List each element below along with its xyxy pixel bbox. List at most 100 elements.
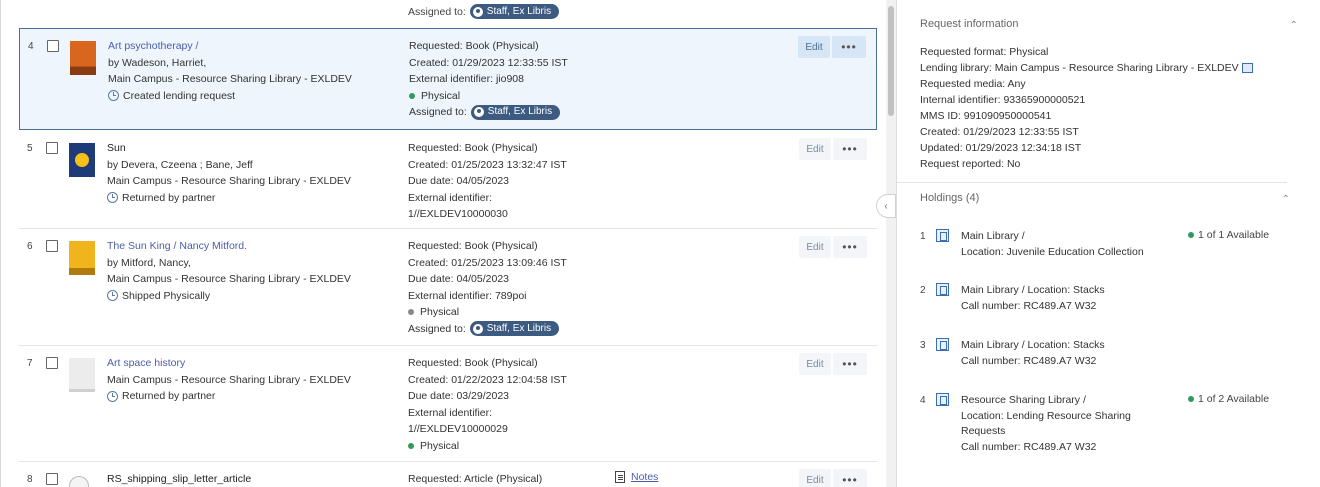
- edit-button[interactable]: Edit: [799, 353, 831, 375]
- holding-number: 4: [920, 395, 926, 406]
- more-actions-button[interactable]: •••: [833, 469, 867, 487]
- request-info-header[interactable]: Request information ⌃: [920, 18, 1320, 38]
- external-identifier-value: 1//EXLDEV10000030: [408, 208, 508, 220]
- book-cover-image: [69, 143, 95, 177]
- status-dot-icon: [408, 309, 414, 316]
- item-status: Created lending request: [108, 88, 398, 105]
- item-title[interactable]: RS_shipping_slip_letter_article: [107, 471, 397, 487]
- available-dot-icon: [1188, 396, 1194, 402]
- internal-identifier: Internal identifier: 93365900000521: [920, 94, 1086, 106]
- more-actions-button[interactable]: •••: [832, 36, 866, 58]
- item-author: by Mitford, Nancy,: [107, 256, 191, 269]
- clock-icon: [107, 390, 118, 402]
- due-date: Due date: 04/05/2023: [408, 273, 510, 285]
- chevron-up-icon[interactable]: ⌃: [1282, 194, 1290, 205]
- item-library: Main Campus - Resource Sharing Library -…: [107, 373, 351, 386]
- details-pane: Request information ⌃ Requested format: …: [897, 0, 1320, 487]
- row-number: 4: [28, 41, 34, 52]
- holding-location-cont: Requests: [961, 425, 1006, 437]
- scrollbar-thumb[interactable]: [888, 6, 894, 116]
- available-dot-icon: [1188, 232, 1194, 238]
- request-reported: Request reported: No: [920, 158, 1021, 170]
- holdings-header[interactable]: Holdings (4) ⌃: [920, 192, 1310, 212]
- book-icon: [936, 283, 949, 296]
- created-date: Created: 01/29/2023 12:33:55 IST: [920, 126, 1079, 138]
- clock-icon: [107, 192, 118, 204]
- request-list-pane: Assigned to: Staff, Ex Libris 4 Art psyc…: [0, 0, 886, 487]
- section-title: Holdings (4): [920, 192, 980, 204]
- holding-number: 3: [920, 340, 926, 351]
- item-library: Main Campus - Resource Sharing Library -…: [107, 273, 351, 285]
- requested-type: Requested: Article (Physical): [408, 473, 543, 485]
- staff-badge[interactable]: Staff, Ex Libris: [469, 4, 560, 19]
- item-status: Returned by partner: [107, 388, 397, 405]
- external-identifier-label: External identifier:: [408, 191, 493, 204]
- notes-icon: [615, 471, 625, 483]
- edit-button[interactable]: Edit: [799, 138, 831, 160]
- staff-badge[interactable]: Staff, Ex Libris: [470, 104, 561, 120]
- book-cover-image: [70, 41, 96, 75]
- library-info-icon[interactable]: [1241, 63, 1253, 74]
- edit-button[interactable]: Edit: [798, 36, 830, 58]
- list-item[interactable]: 7 Art space history Main Campus - Resour…: [19, 346, 877, 462]
- section-divider: [897, 182, 1287, 183]
- item-title[interactable]: Sun: [107, 140, 397, 157]
- created-date: Created: 01/25/2023 13:32:47 IST: [408, 158, 567, 171]
- edit-button[interactable]: Edit: [799, 469, 831, 487]
- due-date: Due date: 04/05/2023: [408, 175, 510, 187]
- book-icon: [936, 393, 949, 406]
- requested-type: Requested: Book (Physical): [409, 40, 539, 52]
- item-title-link[interactable]: The Sun King / Nancy Mitford.: [107, 238, 397, 255]
- notes-link[interactable]: Notes: [615, 471, 658, 483]
- book-cover-placeholder: [69, 358, 95, 392]
- lending-library: Lending library: Main Campus - Resource …: [920, 60, 1320, 76]
- collapse-pane-button[interactable]: ‹: [876, 194, 896, 218]
- list-item[interactable]: 8 RS_shipping_slip_letter_article Reques…: [19, 462, 877, 487]
- row-checkbox[interactable]: [46, 240, 58, 252]
- created-date: Created: 01/25/2023 13:09:46 IST: [408, 256, 567, 269]
- row-checkbox[interactable]: [47, 40, 59, 52]
- more-actions-button[interactable]: •••: [833, 353, 867, 375]
- holding-library[interactable]: Main Library / Location: Stacks: [961, 338, 1181, 354]
- row-checkbox[interactable]: [46, 357, 58, 369]
- clock-icon: [107, 290, 118, 302]
- holding-number: 1: [920, 231, 926, 242]
- more-actions-button[interactable]: •••: [833, 138, 867, 160]
- list-scrollbar[interactable]: [886, 0, 896, 487]
- staff-badge[interactable]: Staff, Ex Libris: [469, 321, 560, 337]
- created-date: Created: 01/22/2023 12:04:58 IST: [408, 373, 567, 386]
- holding-library[interactable]: Main Library /: [961, 229, 1181, 245]
- book-icon: [936, 338, 949, 351]
- person-icon: [473, 107, 484, 118]
- item-library: Main Campus - Resource Sharing Library -…: [107, 175, 351, 187]
- availability: 1 of 1 Available: [1188, 229, 1269, 241]
- row-number: 8: [27, 474, 33, 485]
- item-library: Main Campus - Resource Sharing Library -…: [108, 73, 352, 85]
- format-physical: Physical: [409, 88, 619, 105]
- list-item[interactable]: 4 Art psychotherapy / by Wadeson, Harrie…: [19, 28, 877, 130]
- clock-icon: [108, 90, 119, 102]
- item-status: Shipped Physically: [107, 288, 397, 305]
- person-icon: [472, 323, 483, 334]
- item-title-link[interactable]: Art psychotherapy /: [108, 38, 398, 55]
- format-physical: Physical: [408, 304, 618, 321]
- row-checkbox[interactable]: [46, 142, 58, 154]
- book-cover-image: [69, 241, 95, 275]
- holding-library[interactable]: Main Library / Location: Stacks: [961, 283, 1181, 299]
- holding-library[interactable]: Resource Sharing Library /: [961, 393, 1181, 409]
- edit-button[interactable]: Edit: [799, 236, 831, 258]
- mms-id: MMS ID: 991090950000541: [920, 110, 1052, 122]
- list-item[interactable]: 6 The Sun King / Nancy Mitford. by Mitfo…: [19, 229, 877, 346]
- external-identifier: External identifier: jio908: [409, 73, 524, 85]
- row-checkbox[interactable]: [46, 473, 58, 485]
- availability: 1 of 2 Available: [1188, 393, 1269, 405]
- item-author: by Wadeson, Harriet,: [108, 56, 207, 69]
- row-number: 6: [27, 241, 33, 252]
- chevron-up-icon[interactable]: ⌃: [1290, 20, 1298, 31]
- list-item[interactable]: 5 Sun by Devera, Czeena ; Bane, Jeff Mai…: [19, 131, 877, 229]
- more-actions-button[interactable]: •••: [833, 236, 867, 258]
- item-title-link[interactable]: Art space history: [107, 355, 397, 372]
- requested-type: Requested: Book (Physical): [408, 240, 538, 252]
- holding-call-number: Call number: RC489.A7 W32: [961, 299, 1097, 312]
- article-icon: [69, 476, 89, 487]
